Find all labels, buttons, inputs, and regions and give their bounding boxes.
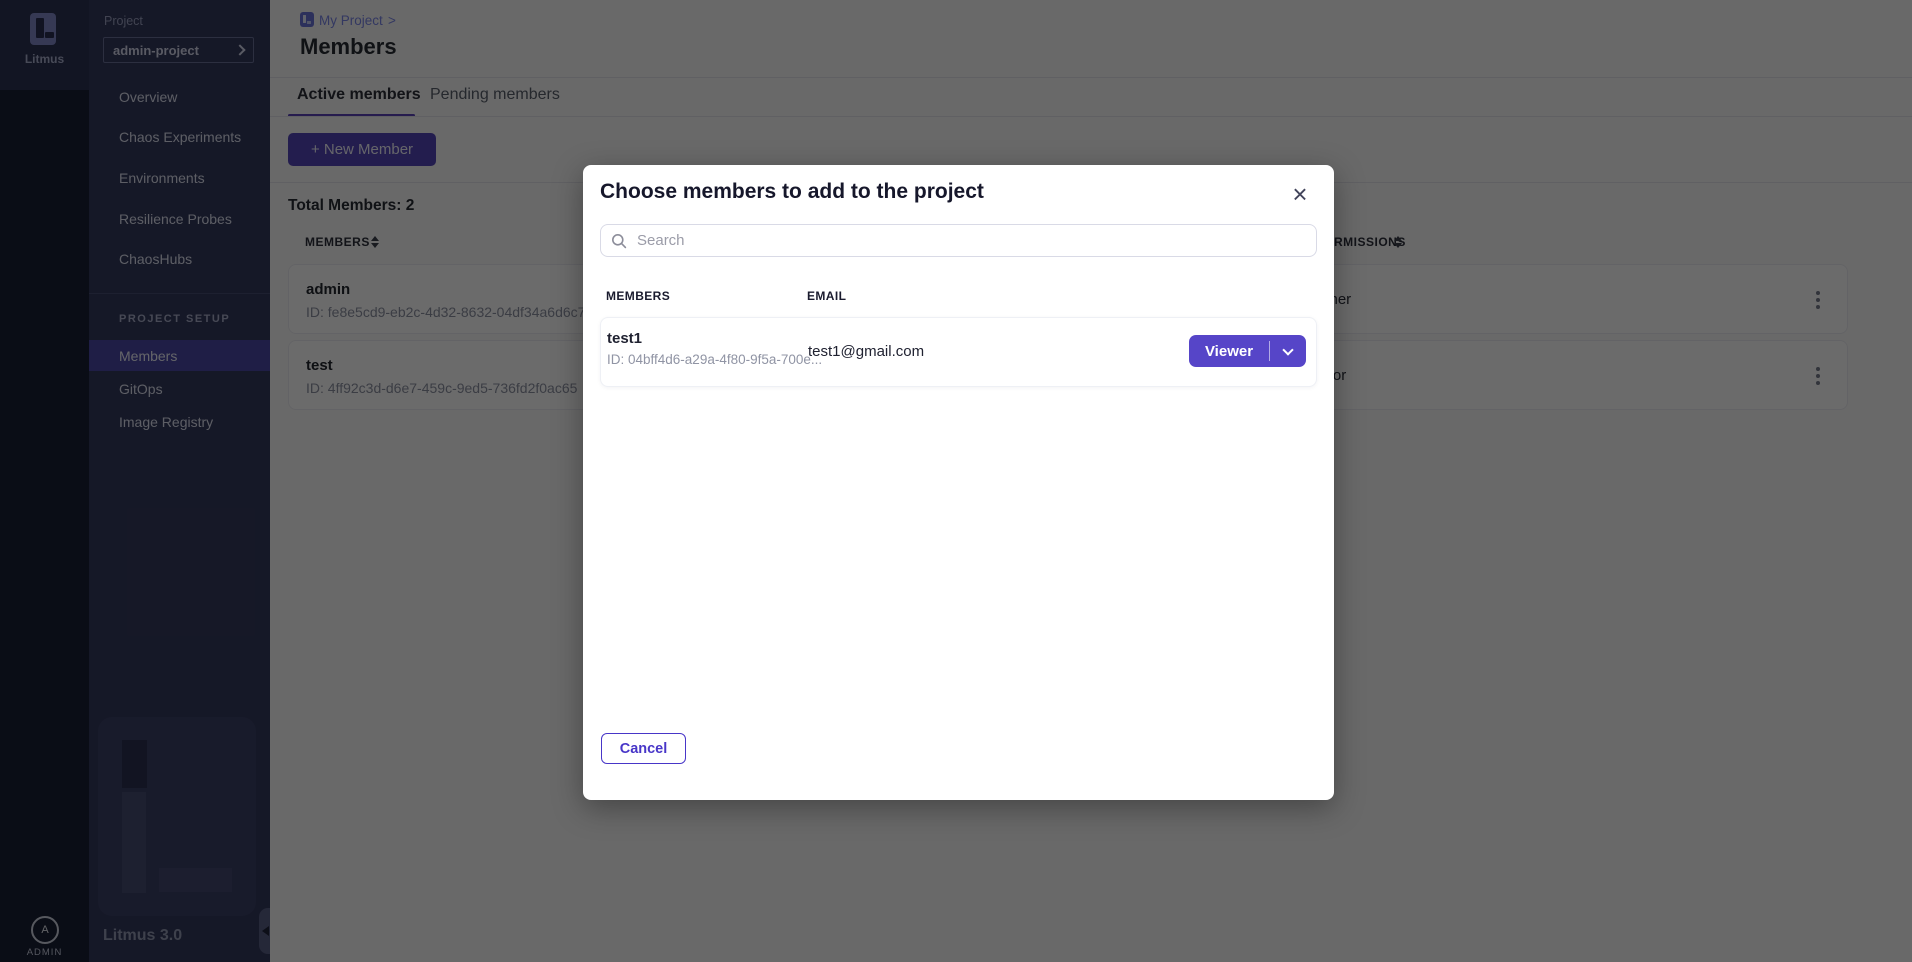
close-icon[interactable]: × <box>1283 177 1317 211</box>
cancel-button[interactable]: Cancel <box>601 733 686 764</box>
role-select-split-button[interactable]: Viewer <box>1189 335 1306 367</box>
modal-member-row: test1 ID: 04bff4d6-a29a-4f80-9f5a-700e..… <box>600 317 1317 387</box>
search-icon <box>611 233 627 249</box>
role-dropdown-toggle[interactable] <box>1270 335 1306 367</box>
role-button-label: Viewer <box>1189 335 1269 367</box>
search-input[interactable] <box>635 231 1306 250</box>
modal-member-email: test1@gmail.com <box>808 343 924 360</box>
choose-members-modal: Choose members to add to the project × M… <box>583 165 1334 800</box>
modal-column-header-members: MEMBERS <box>606 289 670 303</box>
modal-title: Choose members to add to the project <box>600 180 984 204</box>
modal-member-name: test1 <box>607 330 642 347</box>
modal-column-header-email: EMAIL <box>807 289 846 303</box>
modal-member-id: ID: 04bff4d6-a29a-4f80-9f5a-700e... <box>607 352 822 367</box>
chevron-down-icon <box>1282 344 1293 355</box>
search-box <box>600 224 1317 257</box>
